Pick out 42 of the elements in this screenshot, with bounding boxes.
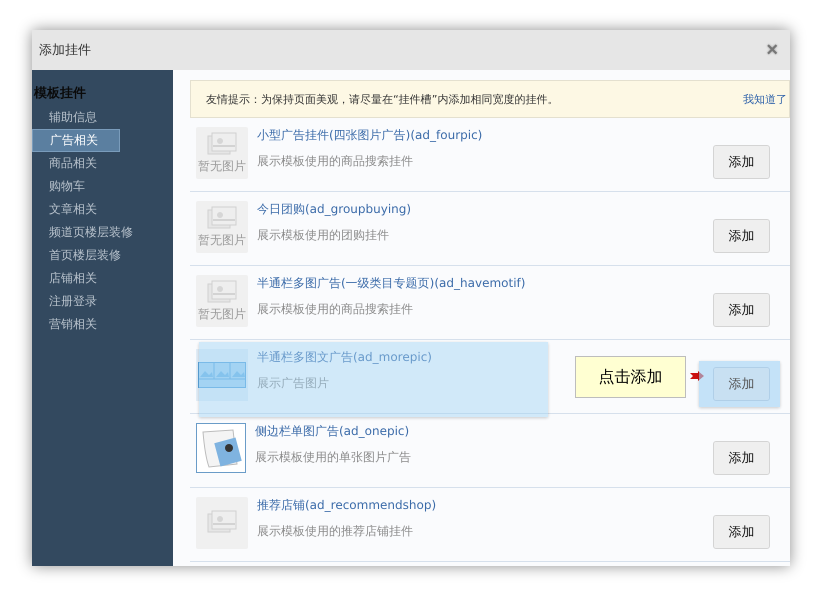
image-icon [207,132,237,156]
add-button[interactable]: 添加 [713,367,770,401]
sidebar-heading: 模板挂件 [32,85,87,103]
no-image-text: 暂无图片 [198,232,246,248]
add-button[interactable]: 添加 [713,515,770,549]
sidebar-item[interactable]: 辅助信息 [32,106,118,129]
no-image-text: 暂无图片 [198,158,246,174]
add-button[interactable]: 添加 [713,293,770,327]
widget-description: 展示模板使用的商品搜索挂件 [257,153,414,170]
widget-description: 展示模板使用的团购挂件 [257,227,390,244]
widget-description: 展示模板使用的推荐店铺挂件 [257,523,414,540]
sidebar-item[interactable]: 营销相关 [32,313,118,336]
dismiss-link[interactable]: 我知道了 [743,92,787,106]
tip-text: 友情提示：为保持页面美观，请尽量在“挂件槽”内添加相同宽度的挂件。 [206,92,558,106]
add-button[interactable]: 添加 [713,441,770,475]
image-strip-icon [198,362,246,388]
image-icon [207,206,237,230]
widget-title[interactable]: 推荐店铺(ad_recommendshop) [257,497,436,514]
sidebar-item[interactable]: 频道页楼层装修 [32,221,133,244]
arrow-icon [690,371,704,381]
no-image-text: 暂无图片 [198,306,246,322]
widget-description: 展示广告图片 [257,375,330,392]
sidebar-item[interactable]: 购物车 [32,175,118,198]
callout-label: 点击添加 [575,356,686,398]
sidebar-item[interactable]: 广告相关 [32,129,120,152]
widget-title[interactable]: 侧边栏单图广告(ad_onepic) [255,423,411,440]
widget-title[interactable]: 半通栏多图广告(一级类目专题页)(ad_havemotif) [257,275,526,292]
add-button[interactable]: 添加 [713,219,770,253]
widget-description: 展示模板使用的商品搜索挂件 [257,301,414,318]
sidebar-item[interactable]: 注册登录 [32,290,118,313]
widget-title[interactable]: 小型广告挂件(四张图片广告)(ad_fourpic) [257,127,482,144]
image-icon [207,280,237,304]
close-button[interactable]: × [762,38,782,62]
widget-title[interactable]: 今日团购(ad_groupbuying) [257,201,412,218]
image-icon [207,510,237,534]
sidebar-item[interactable]: 店铺相关 [32,267,118,290]
sidebar-item[interactable]: 文章相关 [32,198,118,221]
add-button[interactable]: 添加 [713,145,770,179]
sidebar-item[interactable]: 首页楼层装修 [32,244,121,267]
widget-description: 展示模板使用的单张图片广告 [255,449,411,466]
sidebar-item[interactable]: 商品相关 [32,152,118,175]
window-title: 添加挂件 [39,42,91,59]
